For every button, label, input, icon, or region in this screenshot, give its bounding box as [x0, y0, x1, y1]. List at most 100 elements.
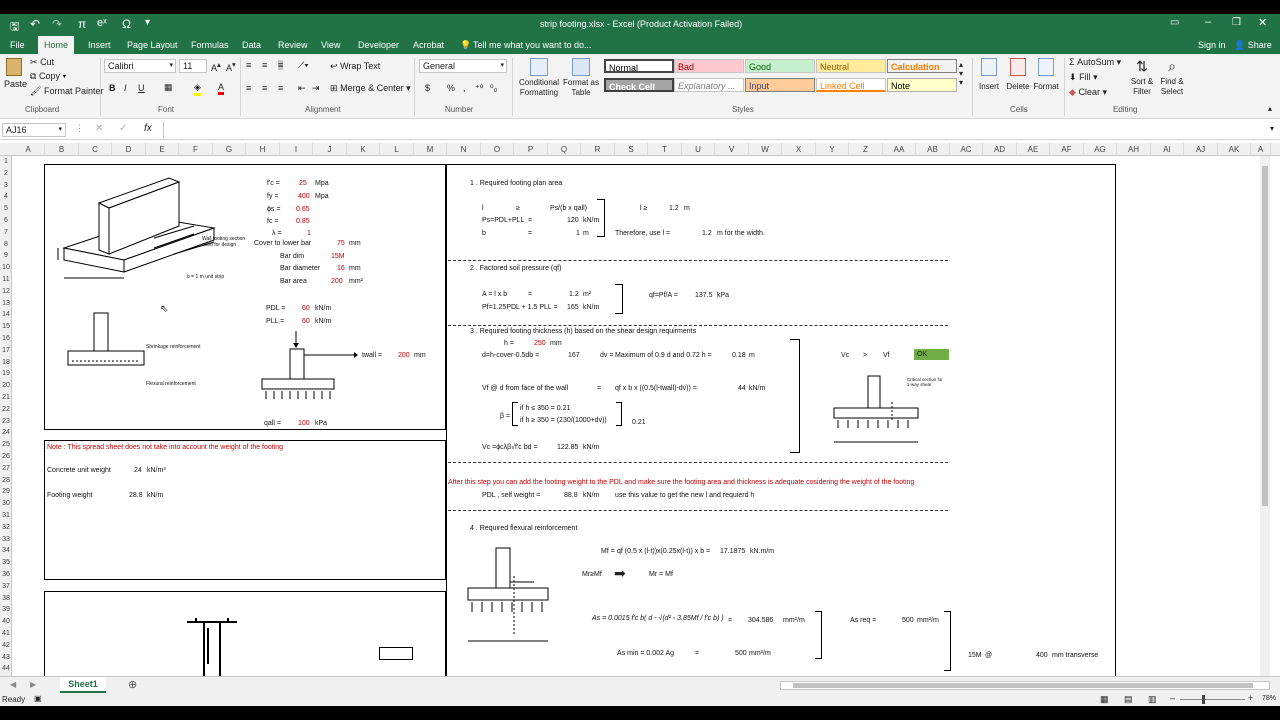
cut-button[interactable]: ✂ Cut	[30, 57, 54, 68]
column-header[interactable]: AI	[1151, 143, 1184, 156]
maximize-icon[interactable]: ❐	[1232, 17, 1241, 28]
s3-d-value[interactable]: 167	[568, 352, 580, 359]
self-weight-value[interactable]: 88.8	[564, 492, 578, 499]
column-header[interactable]: E	[146, 143, 179, 156]
column-header[interactable]: A	[12, 143, 45, 156]
selected-cell[interactable]	[379, 647, 413, 660]
row-header[interactable]: 43	[0, 652, 12, 664]
row-header[interactable]: 30	[0, 498, 12, 510]
menu-home[interactable]: Home	[38, 36, 75, 54]
menu-developer[interactable]: Developer	[358, 40, 399, 50]
s2-a-value[interactable]: 1.2	[569, 291, 579, 298]
row-header[interactable]: 4	[0, 191, 12, 203]
format-cells-button[interactable]: Format	[1033, 58, 1059, 91]
column-header[interactable]: AG	[1084, 143, 1117, 156]
row-header[interactable]: 32	[0, 522, 12, 534]
increase-decimal-icon[interactable]: ⁺⁰	[475, 83, 483, 94]
column-header[interactable]: AD	[983, 143, 1017, 156]
style-input[interactable]: Input	[745, 78, 815, 92]
increase-font-icon[interactable]: A▴	[211, 60, 221, 73]
share-button[interactable]: 👤 Share	[1234, 40, 1272, 51]
bar-diameter-value[interactable]: 16	[337, 265, 345, 272]
align-left-icon[interactable]: ≡	[246, 83, 251, 93]
row-header[interactable]: 38	[0, 593, 12, 605]
style-calculation[interactable]: Calculation	[887, 59, 957, 73]
redo-icon[interactable]: ↷	[52, 17, 62, 31]
decrease-decimal-icon[interactable]: ⁰₀	[490, 83, 497, 94]
zoom-slider[interactable]	[1180, 695, 1245, 704]
autosum-button[interactable]: Σ AutoSum ▾	[1069, 57, 1121, 68]
paste-button[interactable]: Paste	[4, 58, 27, 89]
row-header[interactable]: 8	[0, 239, 12, 251]
format-painter-button[interactable]: 🖌 Format Painter	[30, 86, 103, 97]
s3-vf-value[interactable]: 44	[738, 385, 746, 392]
orientation-icon[interactable]: ⟋▾	[298, 60, 309, 71]
decrease-font-icon[interactable]: A▾	[226, 60, 236, 73]
currency-button[interactable]: $	[425, 83, 430, 93]
column-header[interactable]: AA	[883, 143, 916, 156]
close-icon[interactable]: ✕	[1258, 16, 1267, 29]
h-scroll-thumb[interactable]	[793, 683, 1253, 688]
fc-value[interactable]: 25	[299, 180, 307, 187]
menu-view[interactable]: View	[321, 40, 340, 50]
wrap-text-button[interactable]: ↩ Wrap Text	[330, 61, 380, 72]
s4-asmin-value[interactable]: 500	[735, 650, 747, 657]
insert-function-icon[interactable]: fx	[144, 123, 152, 134]
row-header[interactable]: 37	[0, 581, 12, 593]
qall-value[interactable]: 100	[298, 420, 310, 427]
s2-pf-value[interactable]: 165	[567, 304, 579, 311]
s1-b-value[interactable]: 1	[576, 230, 580, 237]
sign-in-link[interactable]: Sign in	[1198, 40, 1226, 50]
s3-h-value[interactable]: 250	[534, 340, 546, 347]
menu-insert[interactable]: Insert	[88, 40, 111, 50]
cover-value[interactable]: 75	[337, 240, 345, 247]
macro-record-icon[interactable]: ▣	[34, 694, 42, 703]
menu-file[interactable]: File	[10, 40, 25, 50]
column-header[interactable]: V	[715, 143, 749, 156]
s2-q-value[interactable]: 137.5	[695, 292, 713, 299]
row-header[interactable]: 23	[0, 416, 12, 428]
horizontal-scrollbar[interactable]	[780, 681, 1270, 690]
phic-value[interactable]: 0.85	[296, 218, 310, 225]
menu-acrobat[interactable]: Acrobat	[413, 40, 444, 50]
style-neutral[interactable]: Neutral	[816, 59, 886, 73]
menu-data[interactable]: Data	[242, 40, 261, 50]
style-good[interactable]: Good	[745, 59, 815, 73]
align-top-icon[interactable]: ≡	[246, 60, 251, 70]
row-header[interactable]: 5	[0, 203, 12, 215]
align-middle-icon[interactable]: ≡	[262, 60, 267, 70]
column-header[interactable]: P	[514, 143, 548, 156]
row-header[interactable]: 2	[0, 168, 12, 180]
pll-value[interactable]: 60	[302, 318, 310, 325]
column-header[interactable]: F	[179, 143, 213, 156]
merge-center-button[interactable]: ⊞ Merge & Center ▾	[330, 83, 411, 94]
row-header[interactable]: 9	[0, 250, 12, 262]
customize-toolbar-icon[interactable]: ▾	[145, 17, 150, 28]
borders-icon[interactable]: ▦	[164, 82, 173, 93]
font-name-select[interactable]: Calibri ▾	[104, 59, 176, 73]
column-header[interactable]: AJ	[1184, 143, 1218, 156]
comma-button[interactable]: ,	[463, 83, 466, 93]
font-color-icon[interactable]: A	[218, 82, 225, 95]
s3-vc-value[interactable]: 122.85	[557, 444, 578, 451]
column-header[interactable]: B	[45, 143, 79, 156]
copy-button[interactable]: ⧉ Copy ▾	[30, 71, 66, 82]
decrease-indent-icon[interactable]: ⇤	[298, 83, 306, 94]
style-bad[interactable]: Bad	[674, 59, 744, 73]
column-header[interactable]: AK	[1218, 143, 1251, 156]
row-header[interactable]: 3	[0, 180, 12, 192]
omega-icon[interactable]: Ω	[122, 17, 131, 31]
row-header[interactable]: 17	[0, 345, 12, 357]
column-header[interactable]: AB	[916, 143, 950, 156]
worksheet-grid[interactable]: Wall footing section used for design b =…	[12, 156, 1270, 676]
next-sheet-icon[interactable]: ▶	[30, 680, 36, 689]
collapse-ribbon-icon[interactable]: ▴	[1268, 104, 1272, 113]
column-header[interactable]: O	[481, 143, 514, 156]
fill-color-icon[interactable]: ◈	[194, 82, 201, 96]
column-header[interactable]: Z	[849, 143, 883, 156]
styles-scroll-icon[interactable]: ▴ ▾ ▾	[959, 60, 963, 87]
column-header[interactable]: X	[782, 143, 816, 156]
column-header[interactable]: I	[280, 143, 313, 156]
menu-review[interactable]: Review	[278, 40, 308, 50]
zoom-level[interactable]: 78%	[1262, 695, 1276, 702]
